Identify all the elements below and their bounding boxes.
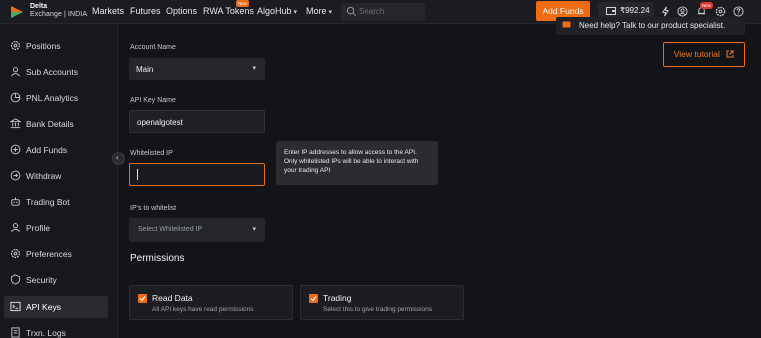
sidebar-item-label: Trxn. Logs — [26, 328, 66, 338]
rwa-new-badge: New — [236, 0, 250, 7]
lightning-icon[interactable] — [660, 6, 671, 17]
terminal-icon — [10, 301, 21, 312]
withdraw-icon — [10, 170, 21, 181]
check-icon — [139, 296, 146, 302]
view-tutorial-label: View tutorial — [673, 49, 720, 59]
sidebar-item-label: Withdraw — [26, 171, 62, 181]
nav-more-label: More — [306, 6, 327, 16]
nav-futures[interactable]: Futures — [130, 6, 161, 16]
search-input[interactable]: Search — [341, 3, 425, 21]
sidebar-item-positions[interactable]: Positions — [4, 35, 108, 57]
sidebar-item-label: PNL Analytics — [26, 93, 79, 103]
ips-to-whitelist-label: IP's to whitelist — [130, 205, 177, 212]
sidebar-item-trxn-logs[interactable]: Trxn. Logs — [4, 322, 108, 338]
bank-icon — [10, 118, 21, 129]
sidebar-item-label: Add Funds — [26, 145, 68, 155]
wallet-value: ₹992.24 — [620, 6, 650, 15]
sidebar-item-profile[interactable]: Profile — [4, 217, 108, 239]
permission-read-data[interactable]: Read Data All API keys have read permiss… — [129, 285, 293, 320]
sidebar-item-trading-bot[interactable]: Trading Bot — [4, 191, 108, 213]
sidebar-item-label: Profile — [26, 223, 51, 233]
collapse-sidebar-button[interactable]: ‹ — [112, 152, 125, 165]
logs-icon — [11, 327, 20, 338]
pie-chart-icon — [10, 92, 21, 103]
sidebar-item-pnl-analytics[interactable]: PNL Analytics — [4, 87, 108, 109]
chevron-down-icon: ▾ — [252, 226, 256, 233]
preferences-icon — [10, 248, 21, 259]
whitelisted-ip-label: Whitelisted IP — [130, 150, 173, 157]
ips-to-whitelist-select[interactable]: Select Whitelisted IP ▾ — [129, 218, 265, 242]
whitelisted-ip-tooltip: Enter IP addresses to allow access to th… — [276, 141, 438, 185]
permission-desc: Select this to give trading permissions — [323, 306, 433, 313]
chevron-down-icon: ▾ — [252, 65, 256, 72]
account-icon[interactable] — [677, 6, 688, 17]
plus-circle-icon — [10, 144, 21, 155]
permission-desc: All API keys have read permissions — [152, 306, 254, 313]
help-banner[interactable]: Need help? Talk to our product specialis… — [556, 17, 745, 35]
chevron-left-icon: ‹ — [116, 153, 119, 162]
sidebar-item-preferences[interactable]: Preferences — [4, 243, 108, 265]
chat-icon — [562, 21, 571, 28]
whitelisted-ip-field[interactable] — [129, 163, 265, 186]
sidebar-item-label: Bank Details — [26, 119, 74, 129]
gear-icon — [10, 40, 21, 51]
brand-name: Delta — [30, 3, 48, 10]
text-cursor — [137, 169, 138, 180]
sidebar-item-label: Security — [26, 275, 57, 285]
search-placeholder: Search — [359, 7, 385, 16]
help-text: Need help? Talk to our product specialis… — [579, 21, 726, 30]
check-icon — [310, 296, 317, 302]
nav-options[interactable]: Options — [166, 6, 197, 16]
shield-icon — [10, 274, 21, 285]
nav-algohub[interactable]: AlgoHub ▾ — [257, 6, 297, 16]
settings-icon[interactable] — [715, 6, 726, 17]
help-icon[interactable] — [733, 6, 744, 17]
delta-logo-icon[interactable] — [9, 4, 25, 20]
sidebar-item-label: Positions — [26, 41, 61, 51]
nav-markets[interactable]: Markets — [92, 6, 124, 16]
permission-title: Trading — [323, 293, 352, 303]
sidebar-item-bank-details[interactable]: Bank Details — [4, 113, 108, 135]
sidebar-item-label: Preferences — [26, 249, 72, 259]
sidebar-item-label: Sub Accounts — [26, 67, 78, 77]
permissions-title: Permissions — [130, 253, 185, 264]
profile-icon — [11, 223, 20, 233]
account-name-select[interactable]: Main ▾ — [129, 58, 265, 80]
wallet-icon — [606, 7, 616, 15]
ips-select-placeholder: Select Whitelisted IP — [138, 226, 203, 233]
sidebar-item-sub-accounts[interactable]: Sub Accounts — [4, 61, 108, 83]
external-link-icon — [726, 50, 734, 58]
search-icon — [346, 6, 357, 17]
sidebar-item-security[interactable]: Security — [4, 269, 108, 291]
read-data-checkbox[interactable] — [138, 294, 147, 303]
permission-trading[interactable]: Trading Select this to give trading perm… — [300, 285, 464, 320]
notification-new-badge: New — [700, 2, 714, 9]
user-icon — [11, 67, 20, 77]
sidebar-item-api-keys[interactable]: API Keys — [4, 296, 108, 318]
nav-algohub-label: AlgoHub — [257, 6, 292, 16]
api-key-name-label: API Key Name — [130, 97, 176, 104]
sidebar-item-label: API Keys — [26, 302, 61, 312]
account-name-label: Account Name — [130, 44, 176, 51]
sidebar-item-add-funds[interactable]: Add Funds — [4, 139, 108, 161]
nav-rwa-tokens[interactable]: RWA Tokens — [203, 6, 254, 16]
account-name-value: Main — [136, 65, 154, 74]
sidebar-item-withdraw[interactable]: Withdraw — [4, 165, 108, 187]
chevron-down-icon: ▾ — [328, 9, 333, 16]
bot-icon — [11, 197, 20, 206]
view-tutorial-button[interactable]: View tutorial — [663, 42, 745, 67]
brand-subtitle: Exchange | INDIA — [30, 11, 88, 18]
permission-title: Read Data — [152, 293, 193, 303]
trading-checkbox[interactable] — [309, 294, 318, 303]
api-key-name-field[interactable]: openalgotest — [129, 110, 265, 133]
sidebar-item-label: Trading Bot — [26, 197, 70, 207]
api-key-name-value: openalgotest — [137, 118, 183, 127]
sidebar: Positions Sub Accounts PNL Analytics Ban… — [0, 24, 118, 338]
nav-more[interactable]: More ▾ — [306, 6, 332, 16]
chevron-down-icon: ▾ — [293, 9, 298, 16]
